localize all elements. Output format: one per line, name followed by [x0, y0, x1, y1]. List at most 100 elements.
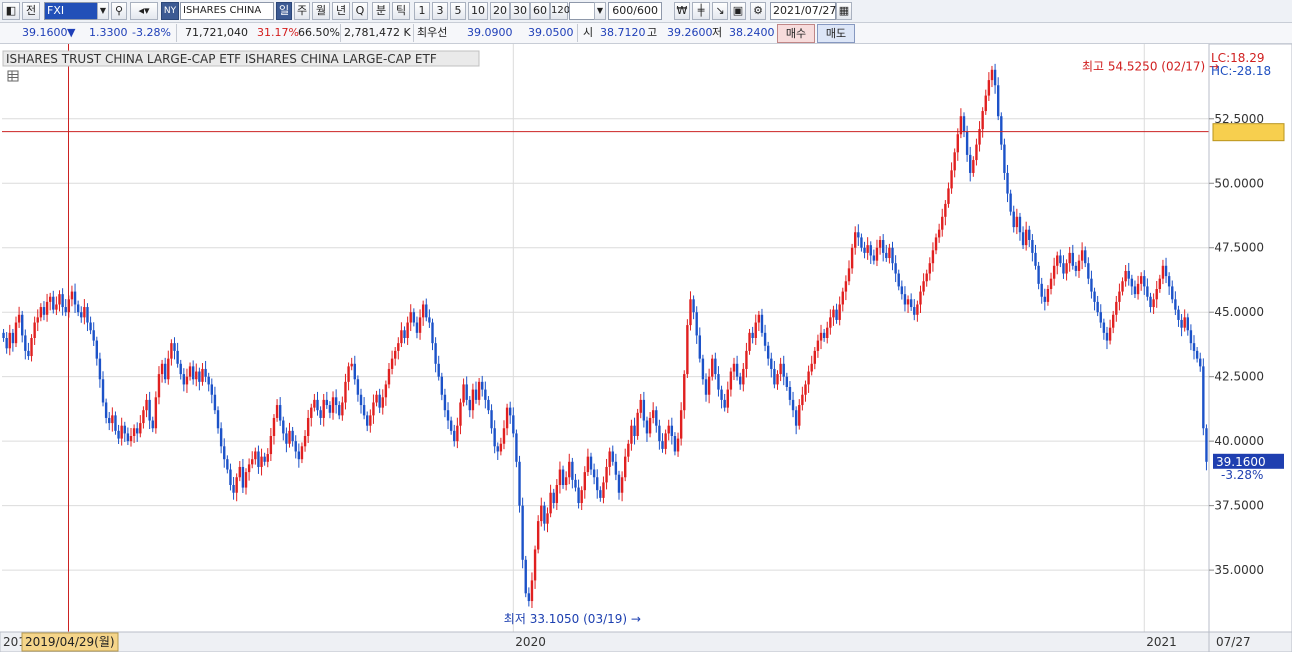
candle-body	[571, 461, 574, 480]
candle-body	[881, 240, 885, 253]
period-monthly-button[interactable]: 월	[312, 2, 330, 20]
period-daily-button[interactable]: 일	[276, 2, 292, 20]
hc-label: HC:-28.18	[1211, 64, 1271, 78]
candle-body	[372, 402, 375, 416]
sell-button[interactable]: 매도	[817, 24, 855, 43]
currency-icon[interactable]: ₩	[674, 2, 690, 20]
ticker-dropdown-icon[interactable]: ▼	[97, 2, 109, 20]
candle-body	[754, 322, 757, 338]
candle-body	[599, 490, 602, 498]
candle-body	[1143, 276, 1146, 287]
last-price-label: 39.1600	[1216, 455, 1266, 469]
x-tick-label: 2021	[1146, 635, 1177, 649]
candle-body	[123, 425, 126, 434]
gear-icon[interactable]: ⚙	[750, 2, 766, 20]
chart-panel[interactable]: 최고 54.5250 (02/17) → 최저 33.1050 (03/19) →…	[0, 43, 1292, 653]
candle-body	[614, 461, 618, 475]
candle-body	[916, 304, 919, 315]
candle-body	[984, 95, 987, 112]
candle-body	[1049, 278, 1053, 289]
minute-step-60[interactable]: 60	[530, 2, 550, 20]
candle-body	[210, 384, 214, 395]
candle-body	[36, 317, 39, 323]
best-quote-label: 최우선	[417, 26, 448, 39]
candle-body	[1090, 278, 1093, 292]
security-name-field[interactable]: ISHARES CHINA	[180, 2, 274, 20]
minute-step-20[interactable]: 20	[490, 2, 510, 20]
candle-body	[397, 343, 400, 351]
candle-body	[776, 374, 779, 385]
candle-body	[620, 477, 624, 493]
candle-body	[104, 402, 108, 418]
candle-body	[633, 425, 636, 436]
candle-body	[350, 363, 353, 367]
period-weekly-button[interactable]: 주	[294, 2, 310, 20]
search-icon[interactable]: ⚲	[111, 2, 127, 20]
candle-body	[132, 428, 136, 436]
candle-body	[2, 332, 5, 338]
candle-body	[518, 461, 521, 506]
speaker-icon[interactable]: ◂▾	[130, 2, 158, 20]
window-menu-icon[interactable]: ◧	[2, 2, 20, 20]
candle-body	[111, 415, 114, 424]
candle-body	[962, 116, 966, 132]
candle-body	[860, 237, 863, 248]
minute-step-120[interactable]: 120	[550, 2, 570, 20]
candle-body	[1052, 265, 1056, 279]
candle-body	[934, 237, 938, 251]
draw-icon[interactable]: ↘	[712, 2, 728, 20]
candle-body	[306, 417, 310, 436]
period-quarter-button[interactable]: Q	[352, 2, 368, 20]
period-tick-button[interactable]: 틱	[392, 2, 410, 20]
ticker-input[interactable]: FXI	[44, 2, 98, 20]
minute-step-1[interactable]: 1	[414, 2, 430, 20]
candle-body	[872, 255, 876, 261]
candle-body	[1015, 216, 1019, 228]
candle-body	[316, 399, 319, 411]
candle-body	[807, 371, 810, 385]
y-tick-label: 37.5000	[1214, 499, 1264, 513]
x-end-label: 07/27	[1216, 635, 1251, 649]
candle-body	[580, 490, 583, 504]
all-button[interactable]: 전	[22, 2, 40, 20]
candle-body	[512, 415, 515, 434]
candle-body	[819, 332, 823, 341]
candle-body	[611, 451, 614, 462]
y-tick-label: 40.0000	[1214, 434, 1264, 448]
buy-button[interactable]: 매수	[777, 24, 815, 43]
candle-body	[406, 322, 409, 338]
candle-body	[76, 304, 80, 313]
candle-body	[201, 368, 204, 382]
candle-body	[1186, 317, 1189, 331]
candle-body	[300, 446, 304, 460]
save-icon[interactable]: ▣	[730, 2, 746, 20]
candle-body	[8, 332, 11, 349]
date-input[interactable]: 2021/07/27	[770, 2, 836, 20]
minute-step-3[interactable]: 3	[432, 2, 448, 20]
candle-body	[21, 314, 24, 336]
custom-period-dropdown-icon[interactable]: ▼	[594, 2, 606, 20]
candle-body	[751, 332, 754, 338]
period-yearly-button[interactable]: 년	[332, 2, 350, 20]
candle-body	[847, 268, 851, 282]
candle-body	[154, 397, 158, 429]
candle-body	[1167, 276, 1171, 287]
bar-count-input[interactable]: 600/600	[608, 2, 662, 20]
candle-body	[139, 423, 142, 434]
price-chart[interactable]: 최고 54.5250 (02/17) → 최저 33.1050 (03/19) →…	[0, 43, 1292, 653]
candle-body	[173, 343, 176, 351]
indicator-icon[interactable]: ╪	[692, 2, 710, 20]
table-icon[interactable]	[7, 70, 19, 82]
candle-body	[683, 374, 686, 411]
calendar-icon[interactable]: ▦	[836, 2, 852, 20]
candle-body	[1111, 314, 1115, 328]
minute-step-10[interactable]: 10	[468, 2, 488, 20]
minute-step-5[interactable]: 5	[450, 2, 466, 20]
minute-step-30[interactable]: 30	[510, 2, 530, 20]
candle-body	[477, 381, 481, 400]
candle-body	[381, 397, 384, 408]
candle-body	[1205, 428, 1208, 462]
candle-body	[1093, 291, 1096, 302]
period-minute-button[interactable]: 분	[372, 2, 390, 20]
candle-body	[835, 309, 838, 320]
